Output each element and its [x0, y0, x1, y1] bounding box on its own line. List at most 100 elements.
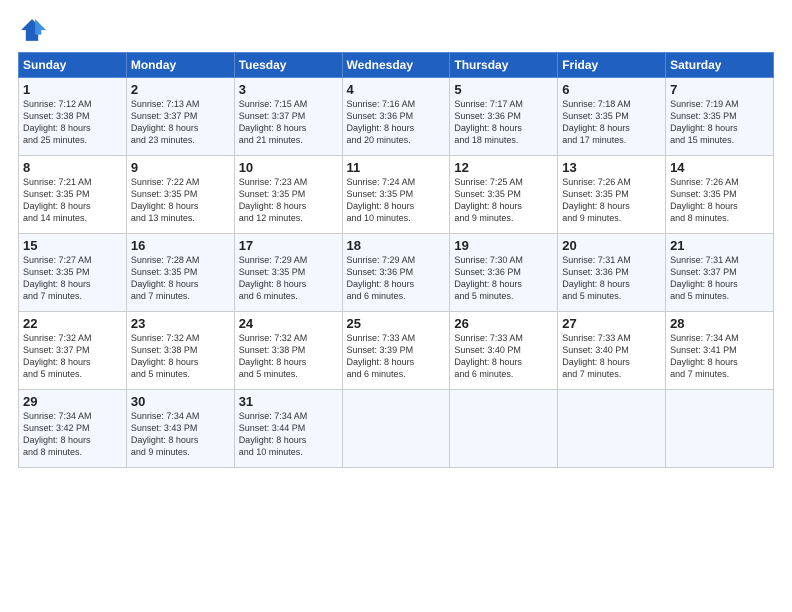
cal-cell: 16Sunrise: 7:28 AMSunset: 3:35 PMDayligh…: [126, 234, 234, 312]
day-number: 27: [562, 316, 661, 331]
cell-info: Sunrise: 7:29 AMSunset: 3:36 PMDaylight:…: [347, 254, 446, 303]
cell-info: Sunrise: 7:31 AMSunset: 3:36 PMDaylight:…: [562, 254, 661, 303]
cal-cell: 26Sunrise: 7:33 AMSunset: 3:40 PMDayligh…: [450, 312, 558, 390]
day-number: 10: [239, 160, 338, 175]
day-number: 29: [23, 394, 122, 409]
cal-cell: 11Sunrise: 7:24 AMSunset: 3:35 PMDayligh…: [342, 156, 450, 234]
cell-info: Sunrise: 7:26 AMSunset: 3:35 PMDaylight:…: [670, 176, 769, 225]
day-header-sunday: Sunday: [19, 53, 127, 78]
cal-cell: 31Sunrise: 7:34 AMSunset: 3:44 PMDayligh…: [234, 390, 342, 468]
logo-icon: [18, 16, 46, 44]
cal-cell: 6Sunrise: 7:18 AMSunset: 3:35 PMDaylight…: [558, 78, 666, 156]
cal-cell: [666, 390, 774, 468]
day-number: 13: [562, 160, 661, 175]
cell-info: Sunrise: 7:13 AMSunset: 3:37 PMDaylight:…: [131, 98, 230, 147]
cal-cell: 30Sunrise: 7:34 AMSunset: 3:43 PMDayligh…: [126, 390, 234, 468]
cal-cell: 15Sunrise: 7:27 AMSunset: 3:35 PMDayligh…: [19, 234, 127, 312]
cal-cell: 24Sunrise: 7:32 AMSunset: 3:38 PMDayligh…: [234, 312, 342, 390]
header-row: SundayMondayTuesdayWednesdayThursdayFrid…: [19, 53, 774, 78]
cal-cell: [558, 390, 666, 468]
cell-info: Sunrise: 7:34 AMSunset: 3:44 PMDaylight:…: [239, 410, 338, 459]
cal-cell: 28Sunrise: 7:34 AMSunset: 3:41 PMDayligh…: [666, 312, 774, 390]
day-number: 16: [131, 238, 230, 253]
week-row-5: 29Sunrise: 7:34 AMSunset: 3:42 PMDayligh…: [19, 390, 774, 468]
day-number: 12: [454, 160, 553, 175]
cell-info: Sunrise: 7:34 AMSunset: 3:43 PMDaylight:…: [131, 410, 230, 459]
cell-info: Sunrise: 7:16 AMSunset: 3:36 PMDaylight:…: [347, 98, 446, 147]
cell-info: Sunrise: 7:32 AMSunset: 3:38 PMDaylight:…: [131, 332, 230, 381]
cal-cell: 9Sunrise: 7:22 AMSunset: 3:35 PMDaylight…: [126, 156, 234, 234]
cal-cell: 23Sunrise: 7:32 AMSunset: 3:38 PMDayligh…: [126, 312, 234, 390]
week-row-1: 1Sunrise: 7:12 AMSunset: 3:38 PMDaylight…: [19, 78, 774, 156]
cal-cell: 29Sunrise: 7:34 AMSunset: 3:42 PMDayligh…: [19, 390, 127, 468]
cal-cell: [450, 390, 558, 468]
cell-info: Sunrise: 7:27 AMSunset: 3:35 PMDaylight:…: [23, 254, 122, 303]
day-number: 30: [131, 394, 230, 409]
cell-info: Sunrise: 7:19 AMSunset: 3:35 PMDaylight:…: [670, 98, 769, 147]
cell-info: Sunrise: 7:31 AMSunset: 3:37 PMDaylight:…: [670, 254, 769, 303]
cell-info: Sunrise: 7:23 AMSunset: 3:35 PMDaylight:…: [239, 176, 338, 225]
cell-info: Sunrise: 7:25 AMSunset: 3:35 PMDaylight:…: [454, 176, 553, 225]
cell-info: Sunrise: 7:26 AMSunset: 3:35 PMDaylight:…: [562, 176, 661, 225]
day-number: 14: [670, 160, 769, 175]
day-number: 11: [347, 160, 446, 175]
day-number: 31: [239, 394, 338, 409]
day-number: 1: [23, 82, 122, 97]
day-header-wednesday: Wednesday: [342, 53, 450, 78]
day-number: 24: [239, 316, 338, 331]
day-number: 2: [131, 82, 230, 97]
day-header-monday: Monday: [126, 53, 234, 78]
header: [18, 16, 774, 44]
cal-cell: 21Sunrise: 7:31 AMSunset: 3:37 PMDayligh…: [666, 234, 774, 312]
week-row-4: 22Sunrise: 7:32 AMSunset: 3:37 PMDayligh…: [19, 312, 774, 390]
cell-info: Sunrise: 7:33 AMSunset: 3:40 PMDaylight:…: [562, 332, 661, 381]
cal-cell: 5Sunrise: 7:17 AMSunset: 3:36 PMDaylight…: [450, 78, 558, 156]
cell-info: Sunrise: 7:21 AMSunset: 3:35 PMDaylight:…: [23, 176, 122, 225]
page: SundayMondayTuesdayWednesdayThursdayFrid…: [0, 0, 792, 612]
day-number: 19: [454, 238, 553, 253]
cal-cell: 13Sunrise: 7:26 AMSunset: 3:35 PMDayligh…: [558, 156, 666, 234]
day-number: 25: [347, 316, 446, 331]
day-number: 5: [454, 82, 553, 97]
day-number: 23: [131, 316, 230, 331]
logo: [18, 16, 50, 44]
day-number: 26: [454, 316, 553, 331]
week-row-3: 15Sunrise: 7:27 AMSunset: 3:35 PMDayligh…: [19, 234, 774, 312]
cal-cell: 12Sunrise: 7:25 AMSunset: 3:35 PMDayligh…: [450, 156, 558, 234]
day-number: 7: [670, 82, 769, 97]
day-number: 6: [562, 82, 661, 97]
cell-info: Sunrise: 7:30 AMSunset: 3:36 PMDaylight:…: [454, 254, 553, 303]
day-header-saturday: Saturday: [666, 53, 774, 78]
day-number: 15: [23, 238, 122, 253]
cal-cell: 3Sunrise: 7:15 AMSunset: 3:37 PMDaylight…: [234, 78, 342, 156]
cell-info: Sunrise: 7:32 AMSunset: 3:37 PMDaylight:…: [23, 332, 122, 381]
cal-cell: 25Sunrise: 7:33 AMSunset: 3:39 PMDayligh…: [342, 312, 450, 390]
cal-cell: 4Sunrise: 7:16 AMSunset: 3:36 PMDaylight…: [342, 78, 450, 156]
cal-cell: 7Sunrise: 7:19 AMSunset: 3:35 PMDaylight…: [666, 78, 774, 156]
cal-cell: 2Sunrise: 7:13 AMSunset: 3:37 PMDaylight…: [126, 78, 234, 156]
day-number: 28: [670, 316, 769, 331]
cell-info: Sunrise: 7:33 AMSunset: 3:39 PMDaylight:…: [347, 332, 446, 381]
cal-cell: 17Sunrise: 7:29 AMSunset: 3:35 PMDayligh…: [234, 234, 342, 312]
day-header-thursday: Thursday: [450, 53, 558, 78]
cal-cell: 20Sunrise: 7:31 AMSunset: 3:36 PMDayligh…: [558, 234, 666, 312]
day-number: 17: [239, 238, 338, 253]
cal-cell: [342, 390, 450, 468]
cal-cell: 8Sunrise: 7:21 AMSunset: 3:35 PMDaylight…: [19, 156, 127, 234]
cal-cell: 27Sunrise: 7:33 AMSunset: 3:40 PMDayligh…: [558, 312, 666, 390]
cell-info: Sunrise: 7:24 AMSunset: 3:35 PMDaylight:…: [347, 176, 446, 225]
cal-cell: 18Sunrise: 7:29 AMSunset: 3:36 PMDayligh…: [342, 234, 450, 312]
cal-cell: 19Sunrise: 7:30 AMSunset: 3:36 PMDayligh…: [450, 234, 558, 312]
cell-info: Sunrise: 7:28 AMSunset: 3:35 PMDaylight:…: [131, 254, 230, 303]
cal-cell: 1Sunrise: 7:12 AMSunset: 3:38 PMDaylight…: [19, 78, 127, 156]
cell-info: Sunrise: 7:29 AMSunset: 3:35 PMDaylight:…: [239, 254, 338, 303]
cell-info: Sunrise: 7:34 AMSunset: 3:41 PMDaylight:…: [670, 332, 769, 381]
cal-cell: 22Sunrise: 7:32 AMSunset: 3:37 PMDayligh…: [19, 312, 127, 390]
cal-cell: 10Sunrise: 7:23 AMSunset: 3:35 PMDayligh…: [234, 156, 342, 234]
day-number: 21: [670, 238, 769, 253]
cell-info: Sunrise: 7:15 AMSunset: 3:37 PMDaylight:…: [239, 98, 338, 147]
cell-info: Sunrise: 7:12 AMSunset: 3:38 PMDaylight:…: [23, 98, 122, 147]
day-number: 9: [131, 160, 230, 175]
day-header-friday: Friday: [558, 53, 666, 78]
day-number: 3: [239, 82, 338, 97]
